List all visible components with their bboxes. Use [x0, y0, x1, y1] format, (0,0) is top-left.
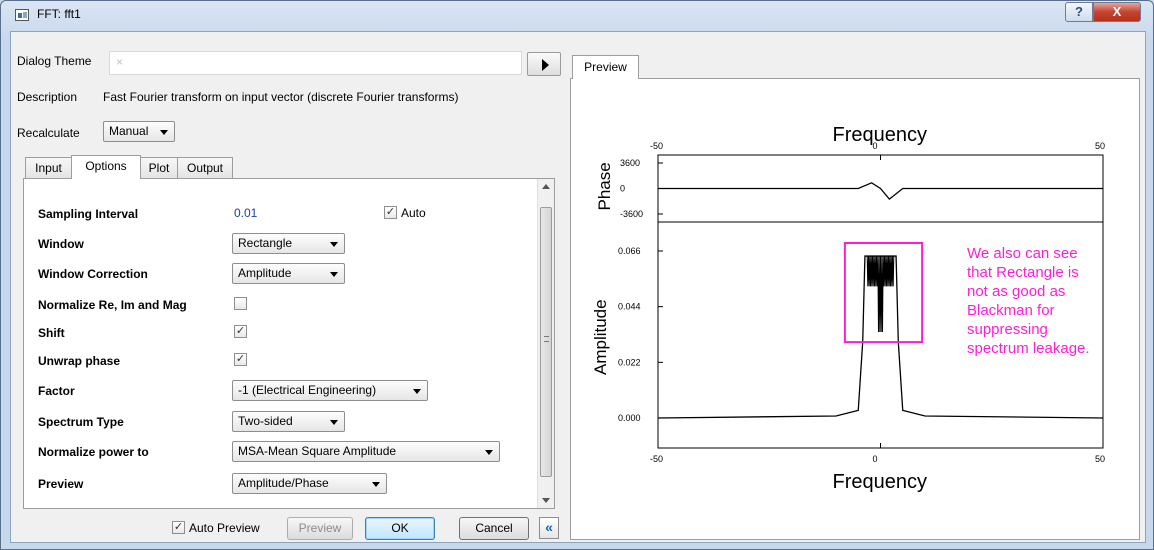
tab-output[interactable]: Output [177, 157, 233, 179]
preview-type-value: Amplitude/Phase [238, 476, 329, 490]
top-x-tick-label: 50 [1095, 141, 1105, 151]
title-bar[interactable]: FFT: fft1 ? X [1, 1, 1153, 29]
dialog-theme-label: Dialog Theme [17, 54, 92, 68]
amplitude-axis-label: Amplitude [591, 299, 610, 375]
chevron-down-icon [330, 272, 338, 277]
chevron-down-icon [485, 450, 493, 455]
tab-plot[interactable]: Plot [140, 157, 178, 179]
chevron-down-icon [413, 389, 421, 394]
chart-annotation: We also can see that Rectangle is not as… [967, 245, 1090, 357]
phase-series-line [658, 182, 1103, 201]
amplitude-peak-oscillation [866, 256, 895, 332]
dialog-client-area: Dialog Theme × Description Fast Fourier … [10, 31, 1146, 543]
spectrum-type-value: Two-sided [238, 414, 293, 428]
preview-type-select[interactable]: Amplitude/Phase [232, 473, 387, 494]
unwrap-phase-label: Unwrap phase [38, 354, 121, 368]
fft-dialog-window: FFT: fft1 ? X Dialog Theme × Description… [0, 0, 1154, 550]
chevron-down-icon [330, 420, 338, 425]
normalize-power-select[interactable]: MSA-Mean Square Amplitude [232, 441, 500, 462]
amplitude-y-tick-label: 0.000 [618, 413, 641, 423]
top-x-tick-label: -50 [650, 141, 663, 151]
recalculate-label: Recalculate [17, 126, 80, 140]
normalize-power-value: MSA-Mean Square Amplitude [238, 444, 397, 458]
preview-type-label: Preview [38, 477, 84, 491]
window-select[interactable]: Rectangle [232, 233, 345, 254]
sampling-interval-value[interactable]: 0.01 [234, 206, 257, 220]
recalculate-value: Manual [109, 124, 149, 138]
window-correction-label: Window Correction [38, 267, 148, 281]
factor-label: Factor [38, 384, 75, 398]
cancel-button[interactable]: Cancel [459, 517, 529, 540]
chevron-down-icon [330, 242, 338, 247]
auto-preview-checkbox[interactable]: ✓ [172, 521, 185, 534]
bottom-x-tick-label: 0 [873, 454, 878, 464]
spectrum-type-label: Spectrum Type [38, 415, 124, 429]
dialog-theme-field[interactable]: × [109, 51, 522, 75]
description-text: Fast Fourier transform on input vector (… [103, 90, 459, 104]
phase-y-tick-label: 0 [620, 184, 625, 194]
scroll-down-icon[interactable] [542, 498, 550, 503]
top-x-tick-label: 0 [873, 141, 878, 151]
tab-input[interactable]: Input [25, 157, 72, 179]
amplitude-y-tick-label: 0.066 [618, 246, 641, 256]
window-label: Window [38, 237, 84, 251]
factor-select[interactable]: -1 (Electrical Engineering) [232, 380, 428, 401]
collapse-panel-button[interactable]: « [539, 517, 559, 539]
tab-options[interactable]: Options [71, 155, 141, 179]
description-label: Description [17, 90, 78, 104]
amplitude-y-tick-label: 0.022 [618, 357, 641, 367]
sampling-auto-checkbox[interactable]: ✓ [384, 206, 397, 219]
theme-menu-button[interactable] [527, 52, 561, 76]
preview-button[interactable]: Preview [287, 517, 353, 540]
tab-preview[interactable]: Preview [572, 55, 639, 79]
bottom-x-tick-label: 50 [1095, 454, 1105, 464]
normalize-checkbox[interactable] [234, 297, 247, 310]
window-correction-value: Amplitude [238, 266, 292, 280]
sampling-auto-label: Auto [401, 206, 426, 220]
chevron-down-icon [372, 482, 380, 487]
app-icon [15, 9, 29, 21]
factor-value: -1 (Electrical Engineering) [238, 383, 377, 397]
normalize-power-label: Normalize power to [38, 445, 149, 459]
bottom-x-tick-label: -50 [650, 454, 663, 464]
auto-preview-label: Auto Preview [189, 521, 260, 535]
shift-checkbox[interactable]: ✓ [234, 325, 247, 338]
preview-panel: Frequency -50 0 50 3600 0 -3600 Phase 0.066 0.044… [570, 78, 1140, 540]
shift-label: Shift [38, 326, 65, 340]
spectrum-type-select[interactable]: Two-sided [232, 411, 345, 432]
chevron-down-icon [160, 130, 168, 135]
grip-icon [544, 336, 549, 342]
scrollbar-thumb[interactable] [540, 207, 552, 477]
unwrap-phase-checkbox[interactable]: ✓ [234, 353, 247, 366]
window-title: FFT: fft1 [37, 7, 81, 21]
clear-theme-icon[interactable]: × [116, 55, 123, 69]
phase-axis-label: Phase [595, 162, 614, 210]
help-button[interactable]: ? [1065, 2, 1093, 22]
scroll-up-icon[interactable] [542, 184, 550, 189]
phase-y-tick-label: 3600 [620, 158, 640, 168]
window-correction-select[interactable]: Amplitude [232, 263, 345, 284]
recalculate-select[interactable]: Manual [103, 121, 175, 142]
bottom-axis-title: Frequency [833, 471, 928, 493]
sampling-interval-label: Sampling Interval [38, 207, 139, 221]
ok-button[interactable]: OK [365, 517, 435, 540]
options-panel: Sampling Interval 0.01 ✓ Auto Window Rec… [23, 178, 555, 509]
normalize-label: Normalize Re, Im and Mag [38, 298, 187, 312]
window-value: Rectangle [238, 236, 293, 250]
close-button[interactable]: X [1093, 2, 1141, 22]
options-scrollbar[interactable] [537, 179, 554, 508]
phase-y-tick-label: -3600 [620, 209, 643, 219]
top-axis-title: Frequency [833, 124, 928, 146]
amplitude-y-tick-label: 0.044 [618, 302, 641, 312]
